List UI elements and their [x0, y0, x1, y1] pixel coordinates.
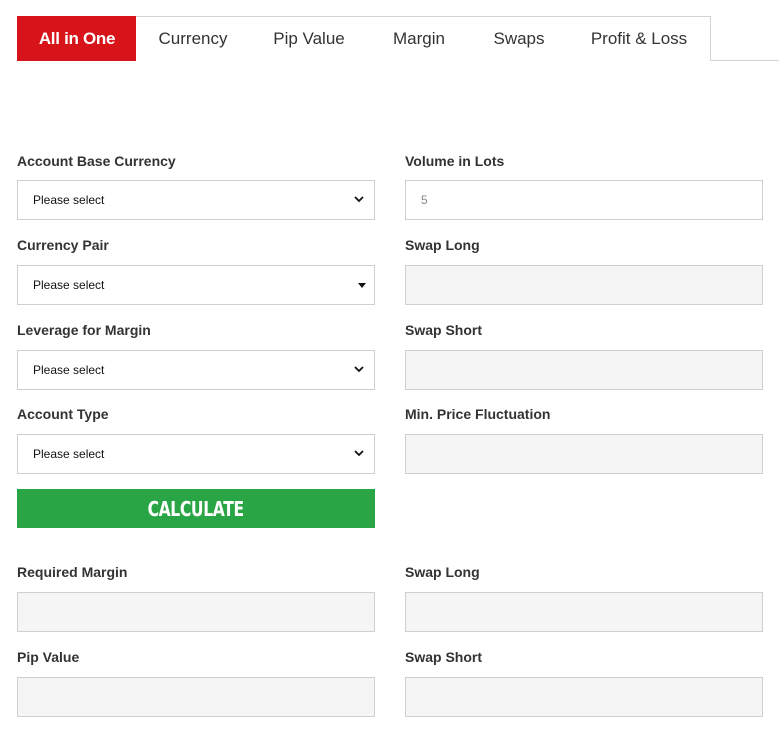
- leverage-for-margin-label: Leverage for Margin: [17, 322, 151, 338]
- account-base-currency-select[interactable]: Please select: [17, 180, 375, 220]
- swap-long-field: [405, 265, 763, 305]
- swap-short-label: Swap Short: [405, 322, 483, 338]
- calculate-button[interactable]: CALCULATE: [17, 489, 375, 528]
- chevron-down-icon: [354, 366, 364, 373]
- account-base-currency-label: Account Base Currency: [17, 153, 176, 169]
- tab-margin[interactable]: Margin: [368, 16, 471, 61]
- calculate-label: CALCULATE: [147, 496, 245, 521]
- account-base-currency-value: Please select: [33, 193, 105, 207]
- result-swap-long-field: [405, 592, 763, 632]
- chevron-down-icon: [354, 196, 364, 203]
- caret-down-icon: [358, 283, 366, 288]
- swap-long-label: Swap Long: [405, 237, 480, 253]
- volume-in-lots-placeholder: 5: [421, 193, 428, 207]
- min-price-fluctuation-label: Min. Price Fluctuation: [405, 406, 551, 422]
- tab-swaps[interactable]: Swaps: [470, 16, 569, 61]
- currency-pair-select[interactable]: Please select: [17, 265, 375, 305]
- currency-pair-value: Please select: [33, 278, 105, 292]
- pip-value-field: [17, 677, 375, 717]
- swap-short-field: [405, 350, 763, 390]
- account-type-select[interactable]: Please select: [17, 434, 375, 474]
- currency-pair-label: Currency Pair: [17, 237, 109, 253]
- pip-value-label: Pip Value: [17, 649, 80, 665]
- min-price-fluctuation-field: [405, 434, 763, 474]
- volume-in-lots-label: Volume in Lots: [405, 153, 505, 169]
- volume-in-lots-input[interactable]: 5: [405, 180, 763, 220]
- result-swap-short-field: [405, 677, 763, 717]
- tab-currency[interactable]: Currency: [136, 16, 251, 61]
- tab-all-in-one[interactable]: All in One: [17, 16, 137, 61]
- leverage-for-margin-value: Please select: [33, 363, 105, 377]
- required-margin-label: Required Margin: [17, 564, 128, 580]
- leverage-for-margin-select[interactable]: Please select: [17, 350, 375, 390]
- account-type-label: Account Type: [17, 406, 109, 422]
- tab-profit-loss[interactable]: Profit & Loss: [568, 16, 711, 61]
- calculator-tabs: All in One Currency Pip Value Margin Swa…: [17, 16, 779, 61]
- required-margin-field: [17, 592, 375, 632]
- chevron-down-icon: [354, 450, 364, 457]
- result-swap-long-label: Swap Long: [405, 564, 480, 580]
- result-swap-short-label: Swap Short: [405, 649, 483, 665]
- account-type-value: Please select: [33, 447, 105, 461]
- tab-pip-value[interactable]: Pip Value: [250, 16, 369, 61]
